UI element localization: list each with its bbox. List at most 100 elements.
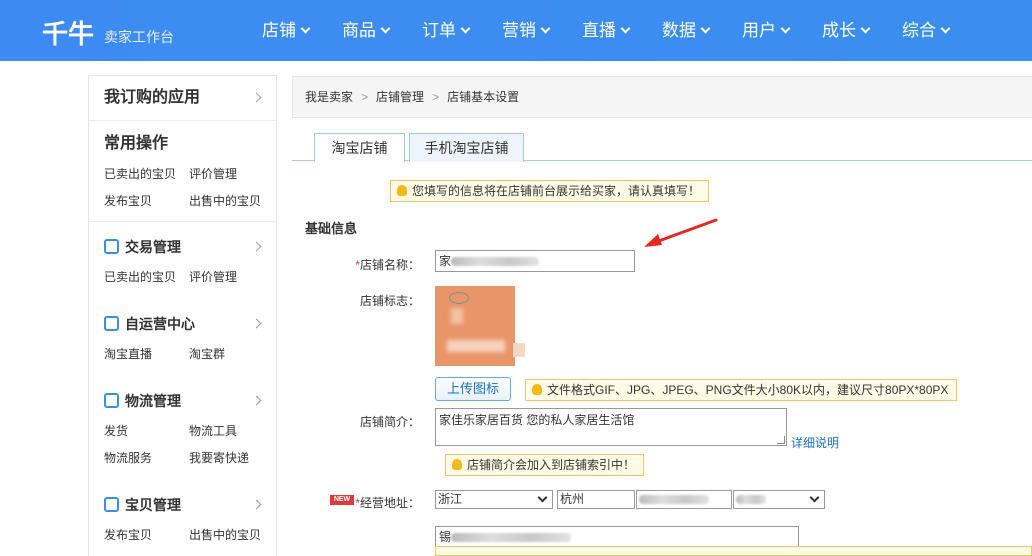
shop-tabs: 淘宝店铺 手机淘宝店铺 [292, 130, 1032, 162]
sidebar-group-logistics: 物流管理 发货 物流工具 物流服务 我要寄快递 [89, 376, 276, 480]
tab-taobao-shop[interactable]: 淘宝店铺 [314, 133, 405, 162]
sidebar-group-links: 淘宝直播 淘宝群 [89, 341, 276, 376]
chevron-right-icon [251, 92, 262, 103]
sidebar-group-goods: 宝贝管理 发布宝贝 出售中的宝贝 [89, 480, 276, 556]
breadcrumb-separator: > [361, 90, 369, 104]
nav-item-shop[interactable]: 店铺 [262, 0, 311, 61]
sidebar-common: 常用操作 已卖出的宝贝 评价管理 发布宝贝 出售中的宝贝 [89, 121, 276, 222]
address-detail-input[interactable]: 锡 [435, 526, 799, 547]
chevron-down-icon [700, 23, 711, 34]
breadcrumb-item[interactable]: 我是卖家 [305, 90, 353, 104]
sidebar-apps-label: 我订购的应用 [104, 89, 201, 106]
sidebar-link-on-sale[interactable]: 出售中的宝贝 [189, 522, 274, 549]
sidebar-link-logistics-tools[interactable]: 物流工具 [189, 418, 274, 445]
chevron-down-icon [537, 492, 548, 503]
sidebar-group-self-ops: 自运营中心 淘宝直播 淘宝群 [89, 299, 276, 376]
upload-tip: 文件格式GIF、JPG、JPEG、PNG文件大小80K以内，建议尺寸80PX*8… [525, 379, 958, 401]
chat-icon [104, 316, 119, 331]
sidebar-link-reviews[interactable]: 评价管理 [189, 264, 274, 291]
sidebar-link-send-express[interactable]: 我要寄快递 [189, 445, 274, 472]
nav-item-general[interactable]: 综合 [902, 0, 951, 61]
sidebar-apps[interactable]: 我订购的应用 [89, 76, 276, 121]
nav-label: 直播 [582, 21, 616, 40]
sidebar-link-reviews[interactable]: 评价管理 [189, 161, 274, 188]
district-select[interactable] [636, 490, 732, 509]
tab-mobile-taobao-shop[interactable]: 手机淘宝店铺 [409, 133, 524, 162]
chevron-right-icon [251, 499, 262, 510]
breadcrumb-separator: > [432, 90, 440, 104]
shop-logo-image [435, 286, 515, 366]
sidebar: 我订购的应用 常用操作 已卖出的宝贝 评价管理 发布宝贝 出售中的宝贝 交易管理… [88, 75, 277, 556]
info-notice: 您填写的信息将在店铺前台展示给买家，请认真填写！ [390, 180, 710, 202]
address-label-text: 经营地址： [359, 496, 420, 510]
sidebar-link-taobao-group[interactable]: 淘宝群 [189, 341, 274, 368]
chevron-right-icon [251, 241, 262, 252]
annotation-arrow-icon [644, 218, 718, 247]
sidebar-group-trade-title[interactable]: 交易管理 [89, 230, 276, 264]
sidebar-link-sold[interactable]: 已卖出的宝贝 [104, 264, 189, 291]
address-tip [435, 546, 1032, 556]
chevron-down-icon [780, 23, 791, 34]
sidebar-link-publish[interactable]: 发布宝贝 [104, 522, 189, 549]
nav-item-growth[interactable]: 成长 [822, 0, 871, 61]
nav-label: 店铺 [262, 21, 296, 40]
upload-logo-button[interactable]: 上传图标 [435, 377, 511, 401]
bag-icon [104, 497, 119, 512]
sidebar-link-logistics-service[interactable]: 物流服务 [104, 445, 189, 472]
sidebar-link-ship[interactable]: 发货 [104, 418, 189, 445]
top-header: 千牛 卖家工作台 店铺 商品 订单 营销 直播 数据 用户 成长 综合 [0, 0, 1032, 61]
city-select[interactable]: 杭州 [557, 490, 635, 509]
chevron-down-icon [540, 23, 551, 34]
city-value: 杭州 [560, 492, 585, 506]
nav-item-orders[interactable]: 订单 [422, 0, 471, 61]
breadcrumb-item-current: 店铺基本设置 [447, 90, 520, 104]
info-notice-text: 您填写的信息将在店铺前台展示给买家，请认真填写！ [412, 184, 701, 198]
shop-intro-textarea[interactable]: 家佳乐家居百货 您的私人家居生活馆 [435, 408, 787, 446]
street-select[interactable] [733, 490, 825, 509]
sidebar-group-logistics-title[interactable]: 物流管理 [89, 384, 276, 418]
lightbulb-icon [452, 459, 462, 470]
shop-name-input[interactable]: 家 [435, 250, 635, 272]
app-subtitle: 卖家工作台 [104, 29, 174, 45]
sidebar-group-links: 发货 物流工具 物流服务 我要寄快递 [89, 418, 276, 480]
chevron-right-icon [251, 395, 262, 406]
detail-link[interactable]: 详细说明 [791, 434, 839, 451]
nav-item-live[interactable]: 直播 [582, 0, 631, 61]
sidebar-group-self-ops-title[interactable]: 自运营中心 [89, 307, 276, 341]
lightbulb-icon [397, 185, 407, 196]
sidebar-group-label: 交易管理 [125, 239, 181, 255]
book-icon [104, 393, 119, 408]
sidebar-group-label: 宝贝管理 [125, 497, 181, 513]
shop-logo-label: 店铺标志： [359, 294, 420, 308]
upload-tip-text: 文件格式GIF、JPG、JPEG、PNG文件大小80K以内，建议尺寸80PX*8… [547, 383, 949, 397]
main-nav: 店铺 商品 订单 营销 直播 数据 用户 成长 综合 [262, 0, 982, 61]
nav-label: 商品 [342, 21, 376, 40]
sidebar-apps-title[interactable]: 我订购的应用 [89, 76, 276, 120]
shop-logo-edge [513, 343, 525, 357]
breadcrumb: 我是卖家 > 店铺管理 > 店铺基本设置 [292, 76, 1032, 118]
province-select[interactable]: 浙江 [435, 490, 553, 509]
nav-item-data[interactable]: 数据 [662, 0, 711, 61]
shop-name-label-text: 店铺名称： [359, 258, 420, 272]
breadcrumb-item[interactable]: 店铺管理 [376, 90, 424, 104]
sidebar-link-on-sale[interactable]: 出售中的宝贝 [189, 188, 274, 215]
redacted-text [736, 495, 766, 505]
sidebar-link-publish[interactable]: 发布宝贝 [104, 188, 189, 215]
nav-label: 综合 [902, 21, 936, 40]
resize-handle-icon[interactable] [777, 436, 785, 444]
nav-label: 营销 [502, 21, 536, 40]
chevron-down-icon [380, 23, 391, 34]
sidebar-group-goods-title[interactable]: 宝贝管理 [89, 488, 276, 522]
sidebar-group-links: 已卖出的宝贝 评价管理 [89, 264, 276, 299]
sidebar-link-taobao-live[interactable]: 淘宝直播 [104, 341, 189, 368]
nav-label: 数据 [662, 21, 696, 40]
app-logo[interactable]: 千牛 [42, 14, 94, 51]
nav-item-marketing[interactable]: 营销 [502, 0, 551, 61]
intro-tip-text: 店铺简介会加入到店铺索引中！ [467, 458, 636, 472]
sidebar-common-title: 常用操作 [104, 135, 169, 152]
chevron-down-icon [940, 23, 951, 34]
nav-item-goods[interactable]: 商品 [342, 0, 391, 61]
shop-name-label: *店铺名称： [330, 256, 420, 273]
nav-item-users[interactable]: 用户 [742, 0, 791, 61]
sidebar-link-sold[interactable]: 已卖出的宝贝 [104, 161, 189, 188]
